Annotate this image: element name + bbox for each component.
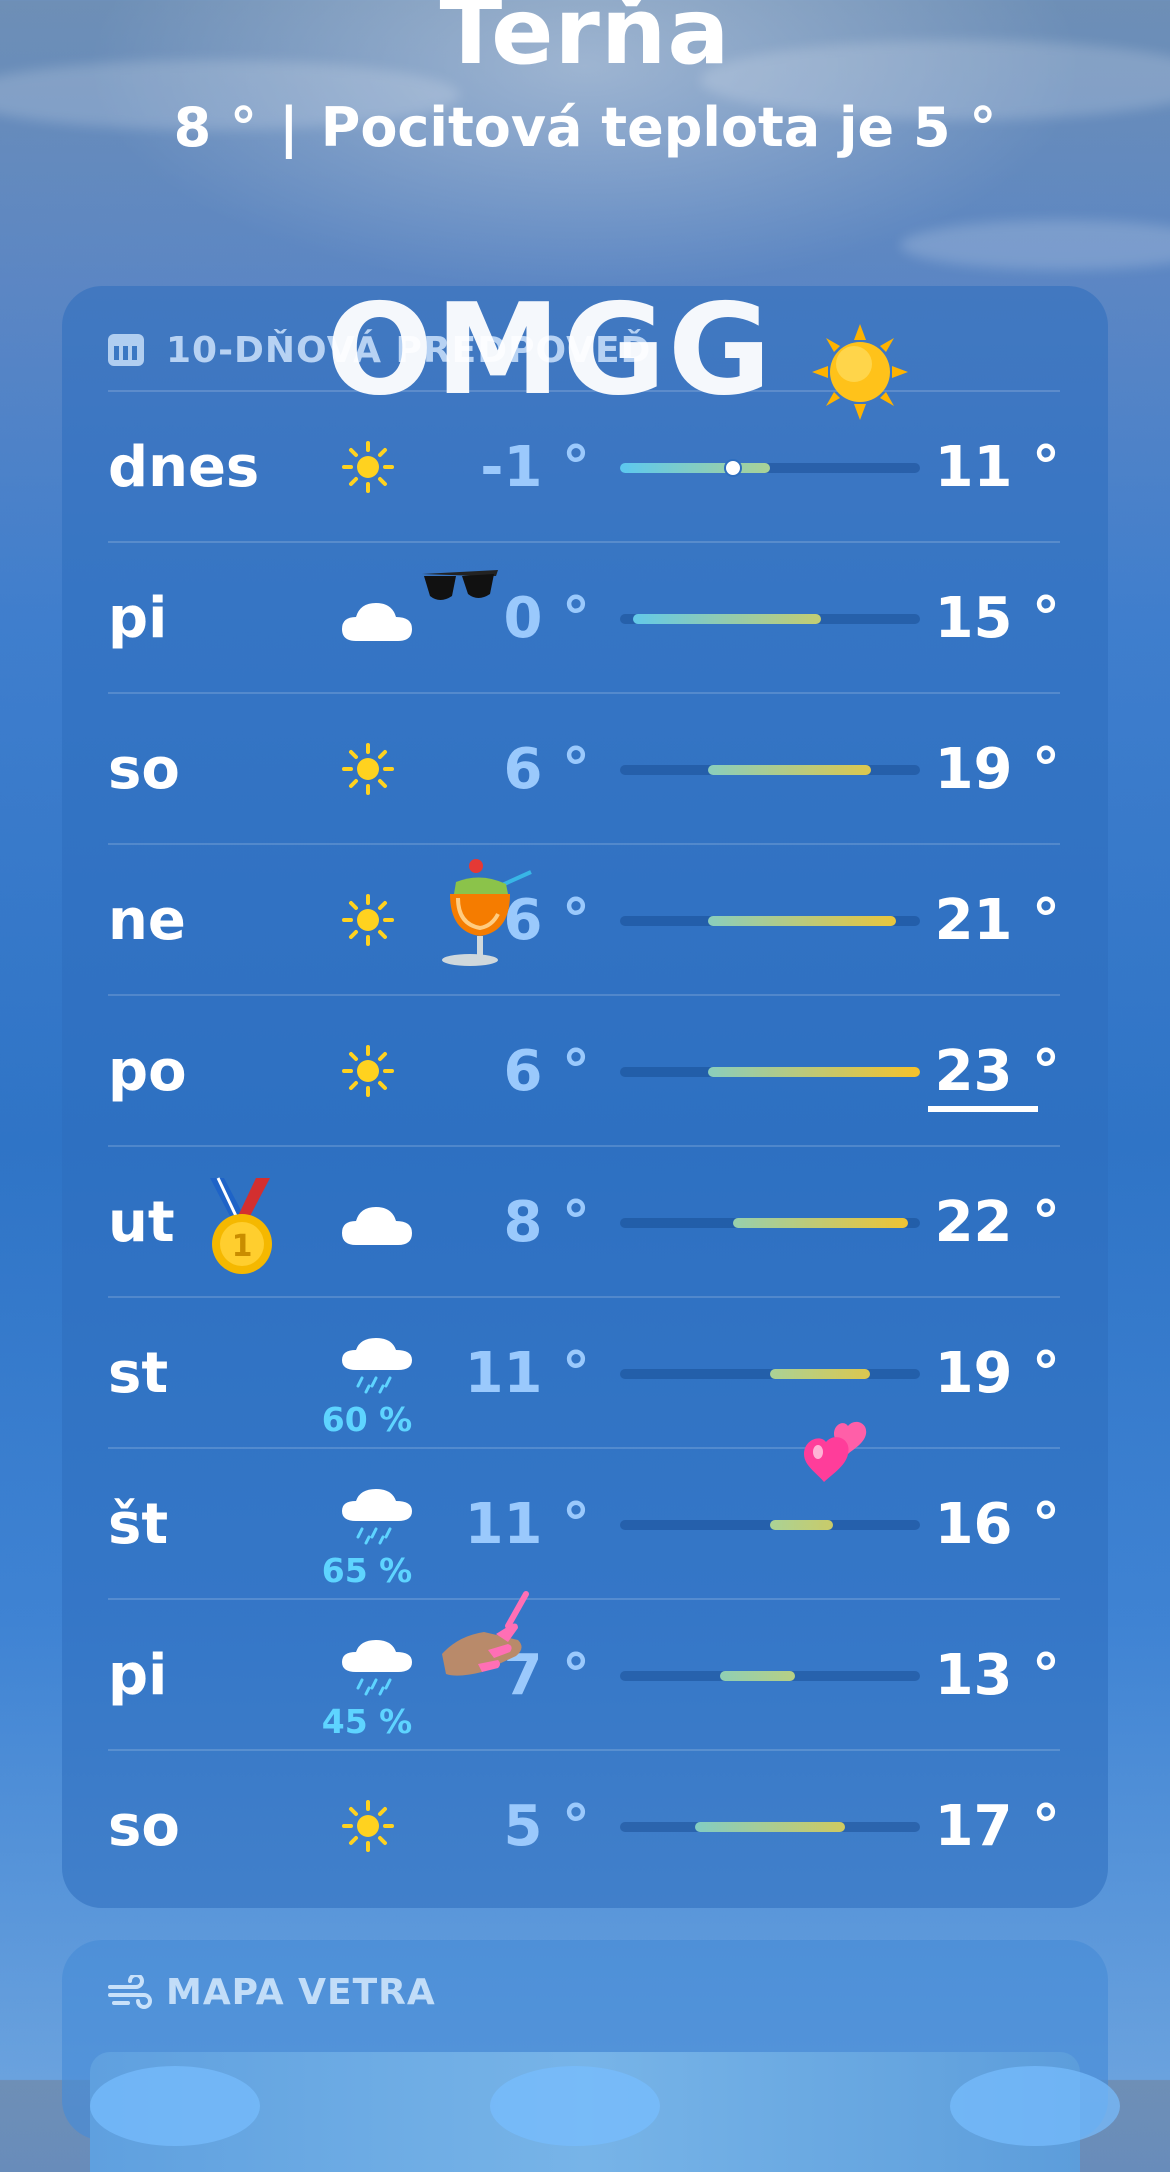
temperature-range-bar [620, 1671, 920, 1681]
forecast-row[interactable]: ne 6 ° 21 ° [108, 843, 1060, 996]
temperature-range-fill [733, 1218, 908, 1228]
sun-sticker[interactable] [810, 322, 910, 422]
high-temperature: 17 ° [934, 1794, 1060, 1859]
temperature-range-fill [708, 765, 871, 775]
temperature-range-bar [620, 1067, 920, 1077]
day-label: so [108, 1794, 180, 1859]
forecast-row[interactable]: št 65 % 11 ° 16 ° [108, 1447, 1060, 1600]
low-temperature: 5 ° [503, 1794, 590, 1859]
high-temperature: 16 ° [934, 1492, 1060, 1557]
low-temperature: 0 ° [503, 586, 590, 651]
overlay-text[interactable]: OMGG [326, 276, 773, 423]
current-temperature: 8 ° [173, 96, 258, 159]
low-temperature: 11 ° [464, 1492, 590, 1557]
separator: | [279, 96, 299, 159]
wind-map-card[interactable]: MAPA VETRA [62, 1940, 1120, 2172]
temperature-range-fill [708, 916, 896, 926]
temperature-range-bar [620, 1822, 920, 1832]
high-temperature: 22 ° [934, 1190, 1060, 1255]
temperature-range-bar [620, 1369, 920, 1379]
weather-icon-slot [328, 996, 408, 1147]
forecast-row[interactable]: pi 45 % 7 ° 13 ° [108, 1598, 1060, 1751]
forecast-row[interactable]: so 5 ° 17 ° [108, 1749, 1060, 1902]
ten-day-forecast-card[interactable]: 10-DŇOVÁ PREDPOVEĎ dnes -1 ° 11 ° pi 0 ° 15 °… [62, 286, 1108, 1908]
wind-icon [108, 1974, 152, 2009]
temperature-range-fill [720, 1671, 795, 1681]
forecast-row[interactable]: po 6 ° 23 ° [108, 994, 1060, 1147]
temperature-range-bar [620, 459, 920, 477]
high-temperature: 15 ° [934, 586, 1060, 651]
weather-icon-slot [328, 1751, 408, 1902]
forecast-row[interactable]: st 60 % 11 ° 19 ° [108, 1296, 1060, 1449]
feels-like: Pocitová teplota je 5 ° [320, 96, 997, 159]
temperature-range-fill [633, 614, 821, 624]
day-label: pi [108, 1643, 168, 1708]
temperature-range-fill [770, 1520, 833, 1530]
map-bubble [950, 2066, 1120, 2146]
hearts-sticker[interactable] [800, 1420, 880, 1492]
high-temperature: 19 ° [934, 1341, 1060, 1406]
day-label: ut [108, 1190, 175, 1255]
forecast-row[interactable]: so 6 ° 19 ° [108, 692, 1060, 845]
day-label: dnes [108, 435, 260, 500]
temperature-range-bar [620, 765, 920, 775]
current-temperature-dot [724, 459, 742, 477]
low-temperature: 6 ° [503, 737, 590, 802]
day-label: st [108, 1341, 169, 1406]
sunglasses-sticker[interactable] [420, 568, 500, 606]
calendar-icon [108, 334, 144, 366]
city-name: Terňa [439, 0, 731, 85]
day-label: pi [108, 586, 168, 651]
high-temperature: 13 ° [934, 1643, 1060, 1708]
temperature-range-fill [708, 1067, 920, 1077]
sun-icon [342, 441, 394, 493]
medal-sticker[interactable]: 1 [200, 1176, 282, 1276]
wind-map-preview[interactable] [90, 2052, 1120, 2172]
low-temperature: 6 ° [503, 1039, 590, 1104]
nail-polish-sticker[interactable] [438, 1590, 534, 1686]
day-label: ne [108, 888, 186, 953]
sun-icon [342, 1800, 394, 1852]
weather-icon-slot [328, 845, 408, 996]
cloud-icon [342, 1207, 412, 1245]
low-temperature: 8 ° [503, 1190, 590, 1255]
current-summary: 8 ° | Pocitová teplota je 5 ° [0, 96, 1170, 159]
precipitation-chance: 65 % [321, 1551, 413, 1590]
temperature-range-fill [620, 463, 770, 473]
weather-icon-slot [328, 543, 412, 694]
rain-cloud-icon [342, 1640, 412, 1696]
temperature-range-fill [770, 1369, 870, 1379]
tropical-drink-sticker[interactable] [436, 854, 536, 966]
low-temperature: 11 ° [464, 1341, 590, 1406]
day-label: so [108, 737, 180, 802]
high-temperature: 11 ° [934, 435, 1060, 500]
sun-icon [342, 743, 394, 795]
map-bubble [90, 2066, 260, 2146]
sun-icon [342, 894, 394, 946]
high-temperature: 21 ° [934, 888, 1060, 953]
high-temperature: 19 ° [934, 737, 1060, 802]
day-label: po [108, 1039, 187, 1104]
temperature-range-bar [620, 916, 920, 926]
wind-map-header: MAPA VETRA [108, 1972, 436, 2013]
weather-icon-slot [328, 1147, 412, 1298]
cloud-icon [342, 603, 412, 641]
high-temperature: 23 ° [934, 1039, 1060, 1104]
svg-text:1: 1 [232, 1229, 253, 1264]
temperature-range-bar [620, 1520, 920, 1530]
rain-cloud-icon [342, 1489, 412, 1545]
day-label: št [108, 1492, 169, 1557]
temperature-range-bar [620, 614, 920, 624]
forecast-row[interactable]: pi 0 ° 15 ° [108, 541, 1060, 694]
precipitation-chance: 45 % [321, 1702, 413, 1741]
sun-icon [342, 1045, 394, 1097]
map-bubble [490, 2066, 660, 2146]
weather-icon-slot [328, 694, 408, 845]
temperature-range-fill [695, 1822, 845, 1832]
precipitation-chance: 60 % [321, 1400, 413, 1439]
wind-map-title: MAPA VETRA [166, 1972, 436, 2013]
temperature-range-bar [620, 1218, 920, 1228]
underline-mark [928, 1106, 1038, 1112]
rain-cloud-icon [342, 1338, 412, 1394]
